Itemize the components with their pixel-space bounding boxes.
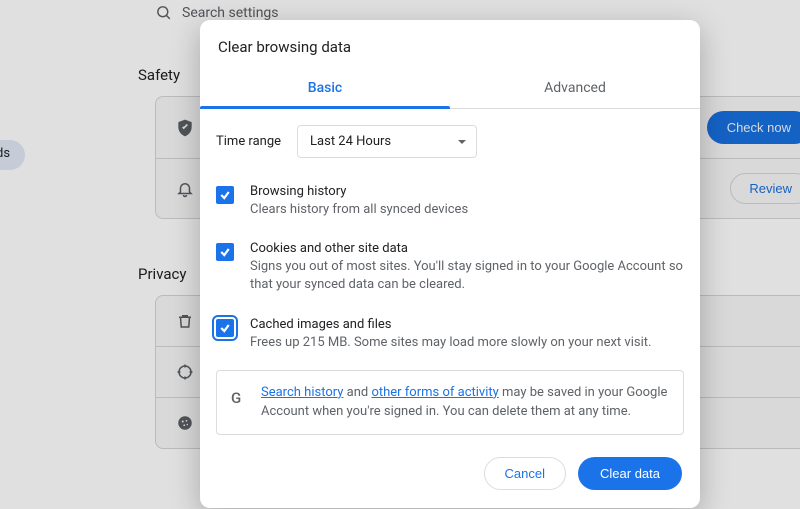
checkbox-browsing-history[interactable] <box>216 186 234 204</box>
option-browsing-history[interactable]: Browsing history Clears history from all… <box>216 176 684 233</box>
google-account-note: G Search history and other forms of acti… <box>216 370 684 435</box>
tab-basic[interactable]: Basic <box>200 70 450 108</box>
other-activity-link[interactable]: other forms of activity <box>371 385 498 400</box>
clear-browsing-data-dialog: Clear browsing data Basic Advanced Time … <box>200 20 700 508</box>
time-range-value: Last 24 Hours <box>310 134 391 149</box>
dialog-tabs: Basic Advanced <box>200 70 700 109</box>
dialog-actions: Cancel Clear data <box>200 443 700 508</box>
option-title: Cookies and other site data <box>250 241 684 256</box>
google-g-icon: G <box>231 387 241 410</box>
cancel-button[interactable]: Cancel <box>484 457 566 490</box>
checkbox-cached[interactable] <box>216 319 234 337</box>
option-desc: Clears history from all synced devices <box>250 201 468 219</box>
option-title: Cached images and files <box>250 317 651 332</box>
option-desc: Frees up 215 MB. Some sites may load mor… <box>250 334 651 352</box>
option-cached[interactable]: Cached images and files Frees up 215 MB.… <box>216 309 684 366</box>
time-range-select[interactable]: Last 24 Hours <box>297 125 477 158</box>
option-title: Browsing history <box>250 184 468 199</box>
time-range-label: Time range <box>216 134 281 149</box>
chevron-down-icon <box>458 140 466 144</box>
search-history-link[interactable]: Search history <box>261 385 343 400</box>
option-cookies[interactable]: Cookies and other site data Signs you ou… <box>216 233 684 308</box>
dialog-title: Clear browsing data <box>200 20 700 70</box>
checkbox-cookies[interactable] <box>216 243 234 261</box>
clear-data-button[interactable]: Clear data <box>578 457 682 490</box>
option-desc: Signs you out of most sites. You'll stay… <box>250 258 684 294</box>
tab-advanced[interactable]: Advanced <box>450 70 700 108</box>
